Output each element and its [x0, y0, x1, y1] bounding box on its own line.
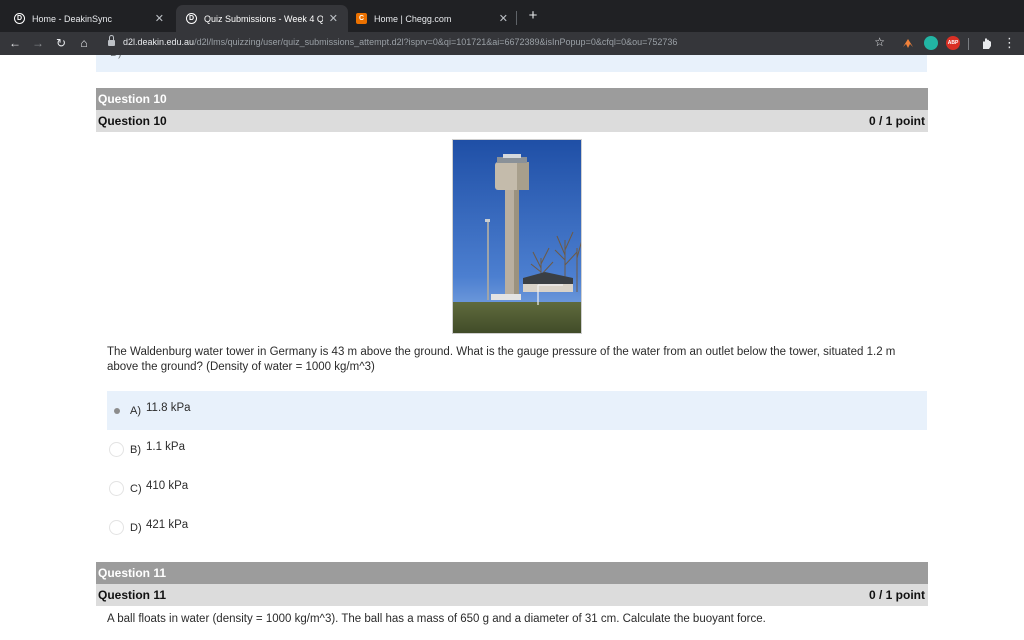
water-tower-photo — [452, 139, 582, 334]
choice-letter: A) — [130, 405, 141, 417]
choice-letter: C) — [130, 483, 142, 495]
arrow-right-icon[interactable]: → — [30, 35, 46, 51]
question-11-subheader: Question 11 0 / 1 point — [96, 584, 928, 606]
choice-value: 1.1 kPa — [146, 441, 185, 453]
previous-choice-label: D) — [110, 55, 122, 59]
hand-extension-icon[interactable] — [979, 36, 993, 50]
choice-value: 11.8 kPa — [146, 402, 191, 414]
close-tab-icon[interactable]: ✕ — [499, 12, 508, 25]
quiz-page: D) Question 10 Question 10 0 / 1 point — [0, 55, 1024, 640]
choice-c[interactable]: C) 410 kPa — [107, 469, 927, 508]
toolbar-separator — [968, 38, 969, 50]
browser-tab-bar: D Home - DeakinSync ✕ D Quiz Submissions… — [0, 0, 1024, 32]
teal-extension-icon[interactable] — [924, 36, 938, 50]
question-10-text: The Waldenburg water tower in Germany is… — [107, 346, 896, 373]
radio-b[interactable] — [109, 442, 124, 457]
star-icon[interactable]: ☆ — [874, 35, 885, 49]
question-11-points: 0 / 1 point — [868, 588, 925, 602]
tab-title: Home - DeakinSync — [32, 13, 113, 24]
tab-chegg[interactable]: C Home | Chegg.com ✕ — [346, 5, 518, 32]
question-11-text: A ball floats in water (density = 1000 k… — [107, 613, 766, 625]
tab-title: Quiz Submissions - Week 4 Qu — [204, 13, 323, 24]
new-tab-plus-icon[interactable]: + — [525, 8, 541, 24]
deakin-favicon-icon: D — [186, 13, 197, 24]
choice-letter: D) — [130, 522, 142, 534]
home-icon[interactable]: ⌂ — [76, 35, 92, 51]
radio-c[interactable] — [109, 481, 124, 496]
url-host: d2l.deakin.edu.au — [123, 37, 195, 47]
browser-toolbar: ← → ↻ ⌂ d2l.deakin.edu.au/d2l/lms/quizzi… — [0, 32, 1024, 55]
choice-value: 421 kPa — [146, 519, 189, 531]
question-11-title: Question 11 — [98, 588, 167, 602]
close-tab-icon[interactable]: ✕ — [329, 12, 338, 25]
tab-title: Home | Chegg.com — [374, 13, 452, 24]
choice-d[interactable]: D) 421 kPa — [107, 508, 927, 547]
choice-value: 410 kPa — [146, 480, 189, 492]
close-tab-icon[interactable]: ✕ — [155, 12, 164, 25]
question-11-header: Question 11 — [96, 562, 928, 584]
tab-deakinsync[interactable]: D Home - DeakinSync ✕ — [4, 5, 174, 32]
lock-icon[interactable] — [108, 35, 115, 46]
choice-letter: B) — [130, 444, 141, 456]
question-10-points: 0 / 1 point — [868, 114, 925, 128]
url-path: /d2l/lms/quizzing/user/quiz_submissions_… — [194, 37, 678, 47]
question-10-title: Question 10 — [98, 114, 167, 128]
arrow-left-icon[interactable]: ← — [7, 35, 23, 51]
orange-extension-icon[interactable] — [901, 36, 915, 50]
url-text[interactable]: d2l.deakin.edu.au/d2l/lms/quizzing/user/… — [123, 37, 677, 47]
address-bar[interactable]: d2l.deakin.edu.au/d2l/lms/quizzing/user/… — [100, 33, 895, 54]
tab-separator — [516, 11, 517, 25]
tab-quiz-submissions[interactable]: D Quiz Submissions - Week 4 Qu ✕ — [176, 5, 348, 32]
reload-icon[interactable]: ↻ — [53, 35, 69, 51]
previous-answer-strip: D) — [96, 55, 927, 72]
choice-b[interactable]: B) 1.1 kPa — [107, 430, 927, 469]
choice-a[interactable]: A) 11.8 kPa — [107, 391, 927, 430]
adblock-extension-icon[interactable]: ABP — [946, 36, 960, 50]
question-10-subheader: Question 10 0 / 1 point — [96, 110, 928, 132]
radio-a[interactable] — [109, 403, 124, 418]
question-10-header: Question 10 — [96, 88, 928, 110]
chegg-favicon-icon: C — [356, 13, 367, 24]
kebab-menu-icon[interactable]: ⋮ — [1003, 35, 1016, 51]
radio-d[interactable] — [109, 520, 124, 535]
deakin-favicon-icon: D — [14, 13, 25, 24]
